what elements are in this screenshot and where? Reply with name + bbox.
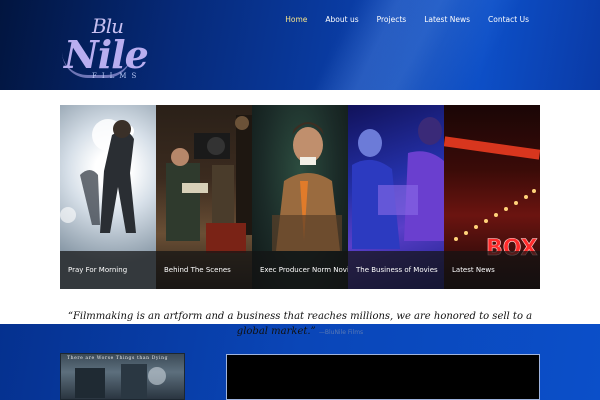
slide-caption: Behind The Scenes <box>164 266 231 274</box>
logo-word-films: FILMS <box>92 72 142 80</box>
slide-caption-bar: Pray For Morning <box>60 251 156 289</box>
nav-latest-news[interactable]: Latest News <box>415 15 479 24</box>
quote-text: “Filmmaking is an artform and a business… <box>67 311 533 337</box>
nav-home[interactable]: Home <box>276 15 316 24</box>
film-poster-thumbnail[interactable]: There are Worse Things than Dying <box>60 353 185 400</box>
slide-caption-bar: Exec Producer Norm Novitsky <box>252 251 348 289</box>
slide-caption-bar: Behind The Scenes <box>156 251 252 289</box>
slide-caption: Exec Producer Norm Novitsky <box>260 266 348 274</box>
slide-caption-bar: Latest News <box>444 251 540 289</box>
video-player[interactable] <box>226 354 540 400</box>
logo-word-nile: Nile <box>64 32 149 77</box>
nav-projects[interactable]: Projects <box>368 15 416 24</box>
slide-behind-the-scenes[interactable]: Behind The Scenes <box>156 105 252 289</box>
slide-business-of-movies[interactable]: The Business of Movies <box>348 105 444 289</box>
slide-caption: Latest News <box>452 266 495 274</box>
main-nav: Home About us Projects Latest News Conta… <box>276 15 538 24</box>
slide-exec-producer[interactable]: Exec Producer Norm Novitsky <box>252 105 348 289</box>
featured-slider: Pray For Morning Behind The Scenes Exec … <box>60 105 540 289</box>
slide-caption: Pray For Morning <box>68 266 128 274</box>
slide-latest-news[interactable]: BOX Latest News <box>444 105 540 289</box>
nav-about-us[interactable]: About us <box>316 15 367 24</box>
site-header: Blu Nile FILMS Home About us Projects La… <box>0 0 600 90</box>
blunile-logo[interactable]: Blu Nile FILMS <box>62 12 162 84</box>
slide-caption: The Business of Movies <box>356 266 438 274</box>
quote-attribution: —BluNile Films <box>318 329 364 336</box>
header-light-sheen <box>276 0 544 90</box>
nav-contact-us[interactable]: Contact Us <box>479 15 538 24</box>
slide-caption-bar: The Business of Movies <box>348 251 444 289</box>
slide-pray-for-morning[interactable]: Pray For Morning <box>60 105 156 289</box>
mission-quote: “Filmmaking is an artform and a business… <box>60 309 540 340</box>
poster-artwork <box>75 364 166 399</box>
